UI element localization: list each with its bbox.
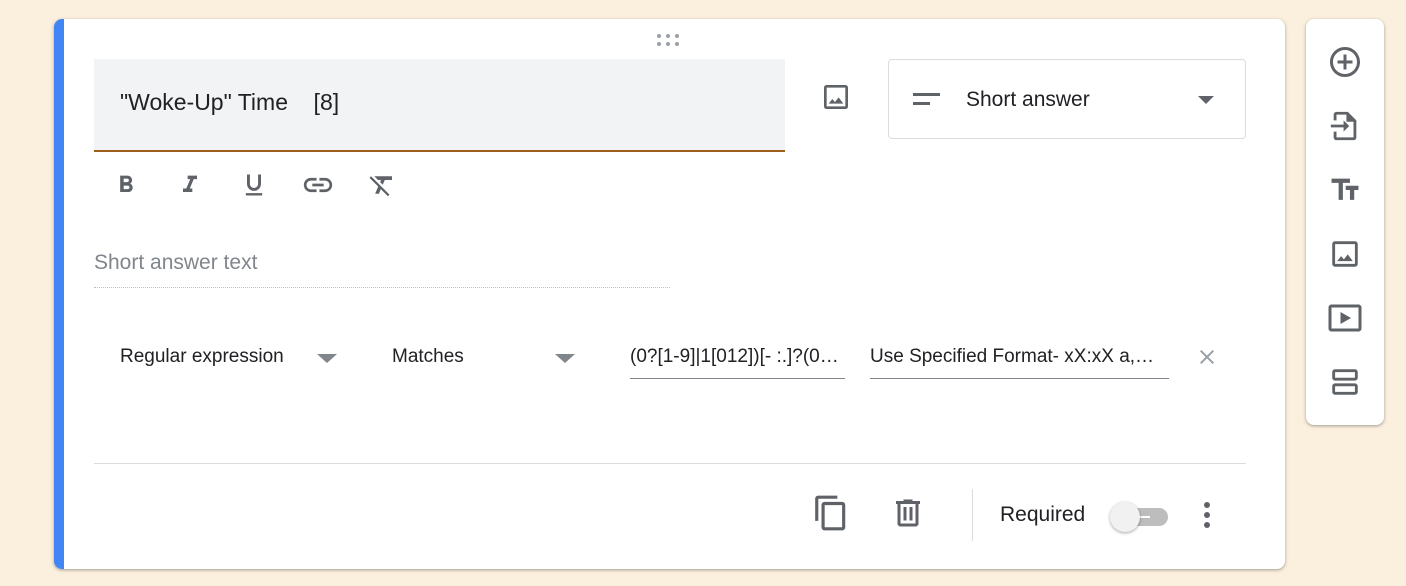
question-type-label: Short answer [966,88,1090,111]
chevron-down-icon [1198,96,1214,104]
text-format-toolbar [106,165,426,205]
validation-type-dropdown[interactable]: Regular expression [120,337,340,377]
short-answer-placeholder: Short answer text [94,251,258,274]
add-section-button[interactable] [1325,362,1365,402]
validation-pattern-text: (0?[1-9]|1[012])[- :.]?(0… [630,346,839,367]
link-icon [303,177,333,193]
italic-button[interactable] [170,165,210,205]
underline-button[interactable] [234,165,274,205]
validation-error-text-input[interactable]: Use Specified Format- xX:xX a,… [870,337,1169,379]
chevron-down-icon [555,354,575,363]
bold-icon [120,175,133,192]
question-title-field[interactable]: "Woke-Up" Time [8] [94,59,785,152]
more-vert-icon [1204,502,1210,528]
validation-error-text: Use Specified Format- xX:xX a,… [870,346,1155,367]
chevron-down-icon [317,354,337,363]
validation-type-label: Regular expression [120,346,284,367]
import-questions-button[interactable] [1325,106,1365,146]
close-icon [1200,350,1214,364]
bold-button[interactable] [106,165,146,205]
question-title[interactable]: "Woke-Up" Time [8] [120,89,339,116]
answer-underline [94,287,670,288]
footer-separator [972,489,973,541]
image-icon [824,85,848,109]
floating-side-toolbar [1306,19,1384,425]
remove-validation-button[interactable] [1195,345,1219,369]
copy-icon [815,495,846,531]
clear-formatting-icon [369,176,392,197]
more-options-button[interactable] [1192,495,1222,535]
required-toggle[interactable] [1108,500,1170,532]
add-image-button-side[interactable] [1325,234,1365,274]
validation-pattern-input[interactable]: (0?[1-9]|1[012])[- :.]?(0… [630,337,845,379]
link-button[interactable] [298,165,338,205]
add-question-icon [1330,47,1360,77]
import-questions-icon [1330,111,1357,141]
add-section-icon [1332,369,1358,395]
question-card[interactable]: "Woke-Up" Time [8] Short answer Short an… [54,19,1285,569]
short-text-icon [913,93,940,105]
add-title-icon [1331,178,1359,200]
add-video-button[interactable] [1325,298,1365,338]
drag-handle-icon[interactable] [657,33,683,47]
footer-divider [94,463,1246,464]
delete-button[interactable] [888,492,928,534]
add-question-button[interactable] [1325,42,1365,82]
clear-formatting-button[interactable] [362,165,402,205]
validation-condition-label: Matches [392,346,464,367]
question-type-dropdown[interactable]: Short answer [888,59,1246,139]
add-image-icon [1332,241,1358,267]
active-card-accent [54,19,64,569]
add-image-button[interactable] [818,79,854,115]
add-title-button[interactable] [1325,170,1365,210]
toggle-thumb [1110,502,1140,532]
duplicate-button[interactable] [811,492,851,534]
trash-icon [896,499,920,527]
add-video-icon [1328,304,1362,332]
required-label: Required [1000,503,1086,526]
italic-icon [183,175,197,192]
validation-condition-dropdown[interactable]: Matches [392,337,582,377]
underline-icon [245,174,263,196]
